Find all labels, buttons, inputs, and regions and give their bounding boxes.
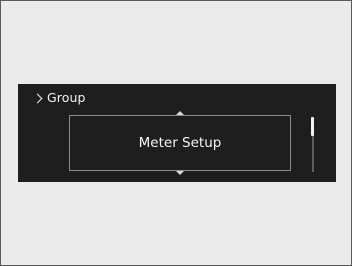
menu-item-label: Meter Setup xyxy=(138,135,222,151)
chevron-right-icon xyxy=(32,93,43,103)
arrow-up-icon[interactable] xyxy=(176,111,184,115)
group-label: Group xyxy=(47,90,86,105)
display-screen: Group Meter Setup xyxy=(18,84,336,182)
scrollbar-thumb[interactable] xyxy=(311,117,314,136)
menu-item-selected[interactable]: Meter Setup xyxy=(69,111,291,175)
group-header[interactable]: Group xyxy=(32,90,86,106)
arrow-down-icon[interactable] xyxy=(176,171,184,175)
figure-frame: Group Meter Setup xyxy=(0,0,352,266)
